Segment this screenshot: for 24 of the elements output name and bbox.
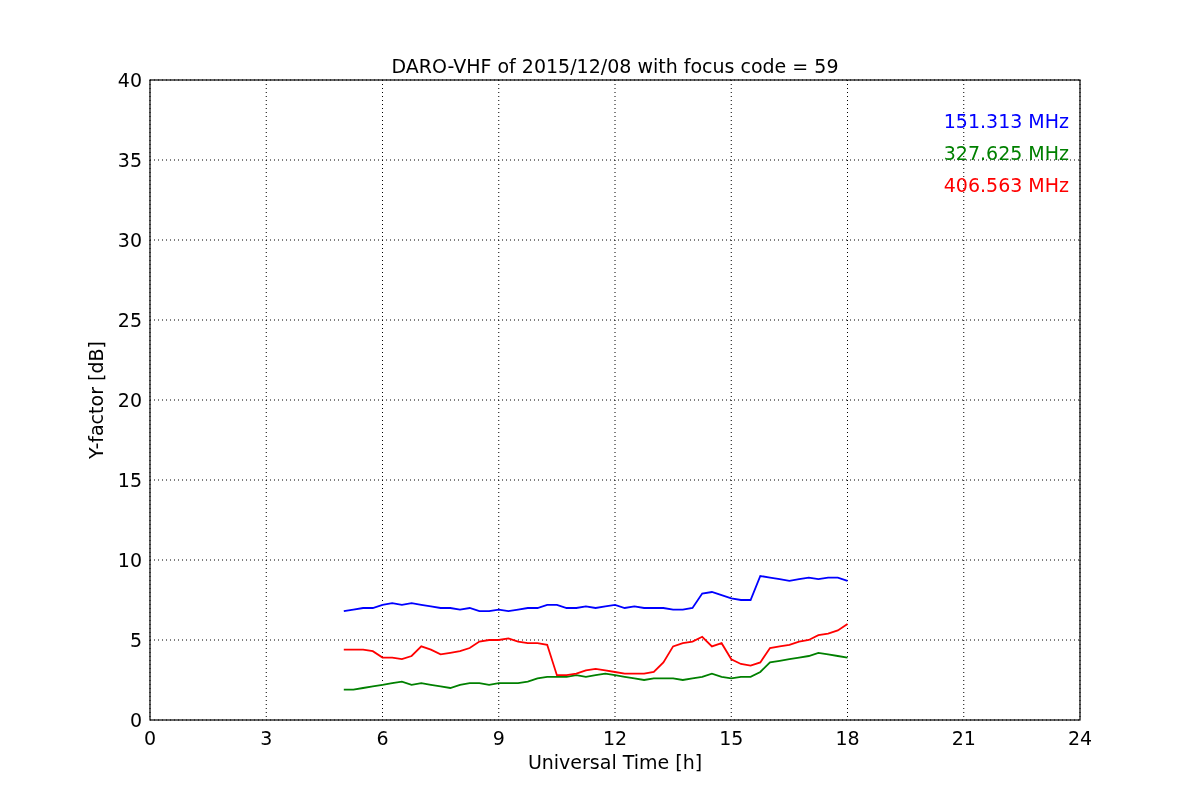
x-tick-label: 15 — [719, 727, 744, 749]
chart-title: DARO-VHF of 2015/12/08 with focus code = 59 — [391, 55, 839, 77]
y-tick-label: 0 — [129, 709, 142, 731]
legend-label: 327.625 MHz — [943, 142, 1069, 164]
y-axis-label: Y-factor [dB] — [85, 341, 107, 459]
y-tick-label: 15 — [117, 469, 142, 491]
y-tick-label: 25 — [117, 309, 142, 331]
legend-label: 151.313 MHz — [943, 110, 1069, 132]
y-tick-label: 20 — [117, 389, 142, 411]
x-tick-label: 3 — [260, 727, 273, 749]
x-tick-label: 12 — [602, 727, 628, 749]
y-tick-label: 30 — [117, 229, 142, 251]
y-tick-label: 10 — [117, 549, 142, 571]
x-tick-label: 0 — [143, 727, 157, 749]
y-tick-label: 35 — [117, 149, 142, 171]
y-tick-label: 5 — [129, 629, 142, 651]
y-tick-label: 40 — [117, 69, 142, 91]
x-axis-label: Universal Time [h] — [527, 751, 703, 773]
x-tick-label: 6 — [376, 727, 389, 749]
x-tick-label: 9 — [492, 727, 505, 749]
x-tick-label: 21 — [951, 727, 976, 749]
x-tick-label: 24 — [1067, 727, 1093, 749]
legend-label: 406.563 MHz — [943, 174, 1069, 196]
x-tick-label: 18 — [835, 727, 860, 749]
